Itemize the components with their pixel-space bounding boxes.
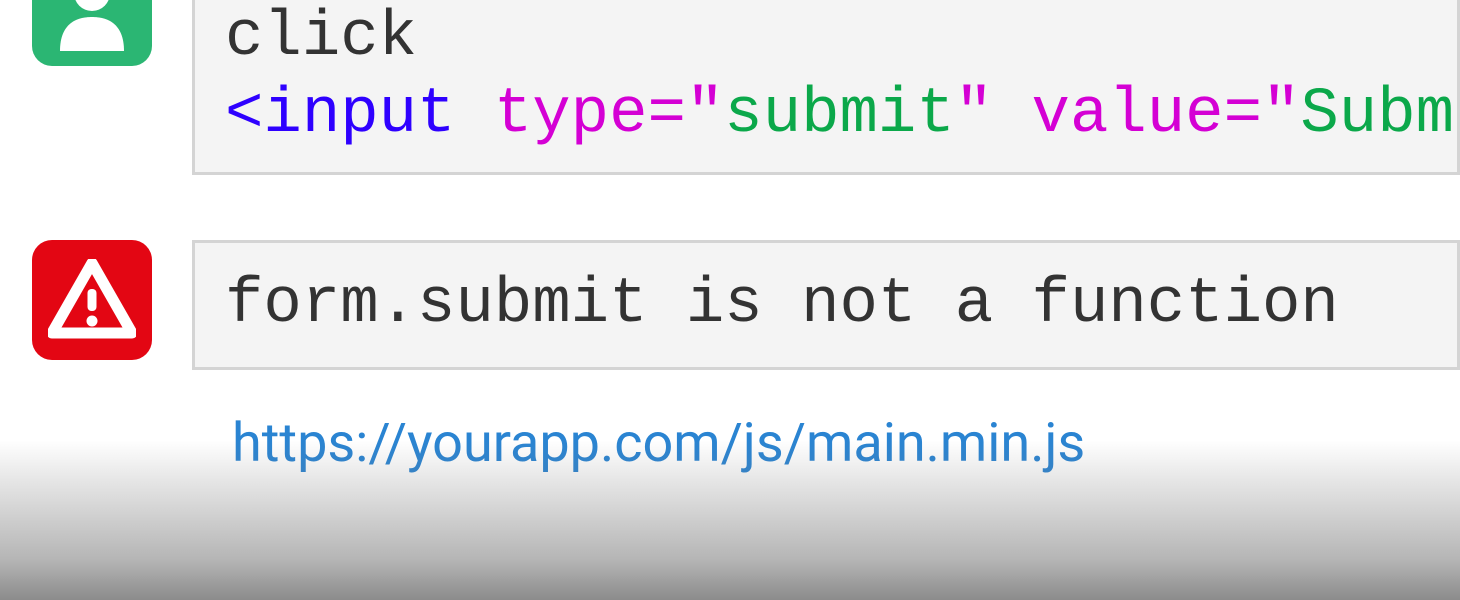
html-attr-value: Submit <box>1300 79 1460 151</box>
user-icon-badge <box>32 0 152 66</box>
code-line-2: <input type="submit" value="Submit <box>225 77 1427 154</box>
html-attr-name: type <box>494 79 648 151</box>
user-icon <box>55 0 129 51</box>
html-eq: = <box>647 79 685 151</box>
error-icon-badge <box>32 240 152 360</box>
warning-icon <box>48 259 136 341</box>
error-message-box: form.submit is not a function <box>192 240 1460 371</box>
html-quote: " <box>686 79 724 151</box>
html-attr-name: value <box>1032 79 1224 151</box>
html-tag: <input <box>225 79 455 151</box>
html-eq: = <box>1224 79 1262 151</box>
error-row: form.submit is not a function <box>32 240 1460 371</box>
user-action-row: click <input type="submit" value="Submit <box>32 0 1460 175</box>
html-quote: " <box>1262 79 1300 151</box>
html-attr-value: submit <box>724 79 954 151</box>
user-action-code: click <input type="submit" value="Submit <box>192 0 1460 175</box>
error-message-text: form.submit is not a function <box>225 269 1339 341</box>
code-line-1: click <box>225 0 1427 77</box>
html-quote: " <box>955 79 993 151</box>
source-url[interactable]: https://yourapp.com/js/main.min.js <box>232 412 1460 475</box>
